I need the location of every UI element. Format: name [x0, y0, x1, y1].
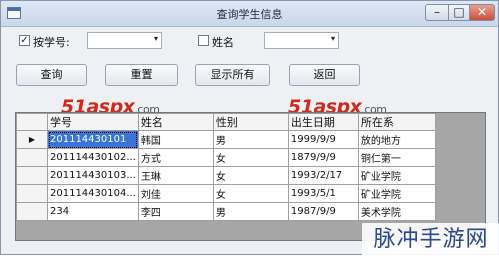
by-id-label: 按学号:: [33, 36, 70, 49]
cell-gender[interactable]: 男: [212, 202, 289, 221]
cell-birthdate[interactable]: 1879/9/9: [287, 148, 359, 167]
by-name-label: 姓名: [212, 36, 234, 49]
column-header-gender[interactable]: 性别: [212, 113, 289, 131]
cell-name[interactable]: 刘佳: [137, 184, 214, 203]
cell-birthdate[interactable]: 1993/5/1: [287, 184, 359, 203]
reset-button[interactable]: 重置: [105, 64, 178, 86]
cell-id[interactable]: 201114430101: [47, 130, 139, 149]
table-row[interactable]: 201114430102... 方式女 1879/9/9 铜仁第一: [16, 148, 436, 167]
cell-id[interactable]: 201114430102...: [47, 148, 139, 167]
by-name-checkbox[interactable]: [198, 35, 209, 46]
cell-name[interactable]: 韩国: [137, 130, 214, 149]
by-id-checkbox[interactable]: ✓: [19, 35, 30, 46]
corner-watermark: 脉冲手游网: [362, 223, 499, 256]
row-header[interactable]: [16, 202, 48, 221]
student-id-combo[interactable]: ▾: [87, 32, 162, 49]
window-title: 查询学生信息: [216, 8, 283, 21]
cell-gender[interactable]: 女: [212, 166, 289, 185]
table-row[interactable]: 234 李四男 1987/9/9 美术学院: [16, 202, 436, 221]
cell-birthdate[interactable]: 1987/9/9: [287, 202, 359, 221]
cell-name[interactable]: 方式: [137, 148, 214, 167]
table-row[interactable]: 201114430103... 王琳女 1993/2/17 矿业学院: [16, 166, 436, 185]
chevron-down-icon: ▾: [153, 34, 158, 43]
row-header-corner: [16, 113, 48, 131]
table-row[interactable]: ▶ 201114430101 韩国男 1999/9/9 放的地方: [16, 130, 436, 149]
cell-department[interactable]: 矿业学院: [357, 184, 436, 203]
cell-gender[interactable]: 男: [212, 130, 289, 149]
row-header[interactable]: [16, 148, 48, 167]
cell-gender[interactable]: 女: [212, 184, 289, 203]
show-all-button[interactable]: 显示所有: [195, 64, 270, 86]
app-window: 查询学生信息 – □ ✕ ✓ 按学号: ▾ 姓名 ▾ 查询 重置 显示所有 返回…: [0, 0, 499, 256]
chevron-down-icon: ▾: [330, 34, 335, 43]
student-data-grid[interactable]: 学号 姓名 性别 出生日期 所在系 ▶ 201114430101 韩国男 1999/9…: [15, 112, 486, 241]
current-row-indicator-icon: ▶: [28, 135, 36, 144]
cell-department[interactable]: 铜仁第一: [357, 148, 436, 167]
cell-gender[interactable]: 女: [212, 148, 289, 167]
cell-birthdate[interactable]: 1993/2/17: [287, 166, 359, 185]
cell-department[interactable]: 矿业学院: [357, 166, 436, 185]
cell-id[interactable]: 201114430103...: [47, 166, 139, 185]
maximize-button[interactable]: □: [448, 4, 470, 21]
table-row[interactable]: 201114430104... 刘佳女 1993/5/1 矿业学院: [16, 184, 436, 203]
cell-id[interactable]: 201114430104...: [47, 184, 139, 203]
student-table: 学号 姓名 性别 出生日期 所在系 ▶ 201114430101 韩国男 1999/9…: [16, 113, 436, 221]
title-bar[interactable]: 查询学生信息 – □ ✕: [1, 1, 498, 27]
header-row: 学号 姓名 性别 出生日期 所在系: [16, 113, 436, 131]
back-button[interactable]: 返回: [289, 64, 360, 86]
column-header-name[interactable]: 姓名: [137, 113, 214, 131]
row-header[interactable]: [16, 184, 48, 203]
column-header-id[interactable]: 学号: [47, 113, 139, 131]
minimize-button[interactable]: –: [425, 4, 449, 21]
cell-name[interactable]: 李四: [137, 202, 214, 221]
cell-name[interactable]: 王琳: [137, 166, 214, 185]
cell-department[interactable]: 美术学院: [357, 202, 436, 221]
cell-id[interactable]: 234: [47, 202, 139, 221]
column-header-birthdate[interactable]: 出生日期: [287, 113, 359, 131]
close-button[interactable]: ✕: [469, 4, 495, 21]
query-button[interactable]: 查询: [16, 64, 87, 86]
name-combo[interactable]: ▾: [264, 32, 339, 49]
column-header-department[interactable]: 所在系: [357, 113, 436, 131]
row-header[interactable]: ▶: [16, 130, 48, 149]
row-header[interactable]: [16, 166, 48, 185]
cell-department[interactable]: 放的地方: [357, 130, 436, 149]
cell-birthdate[interactable]: 1999/9/9: [287, 130, 359, 149]
